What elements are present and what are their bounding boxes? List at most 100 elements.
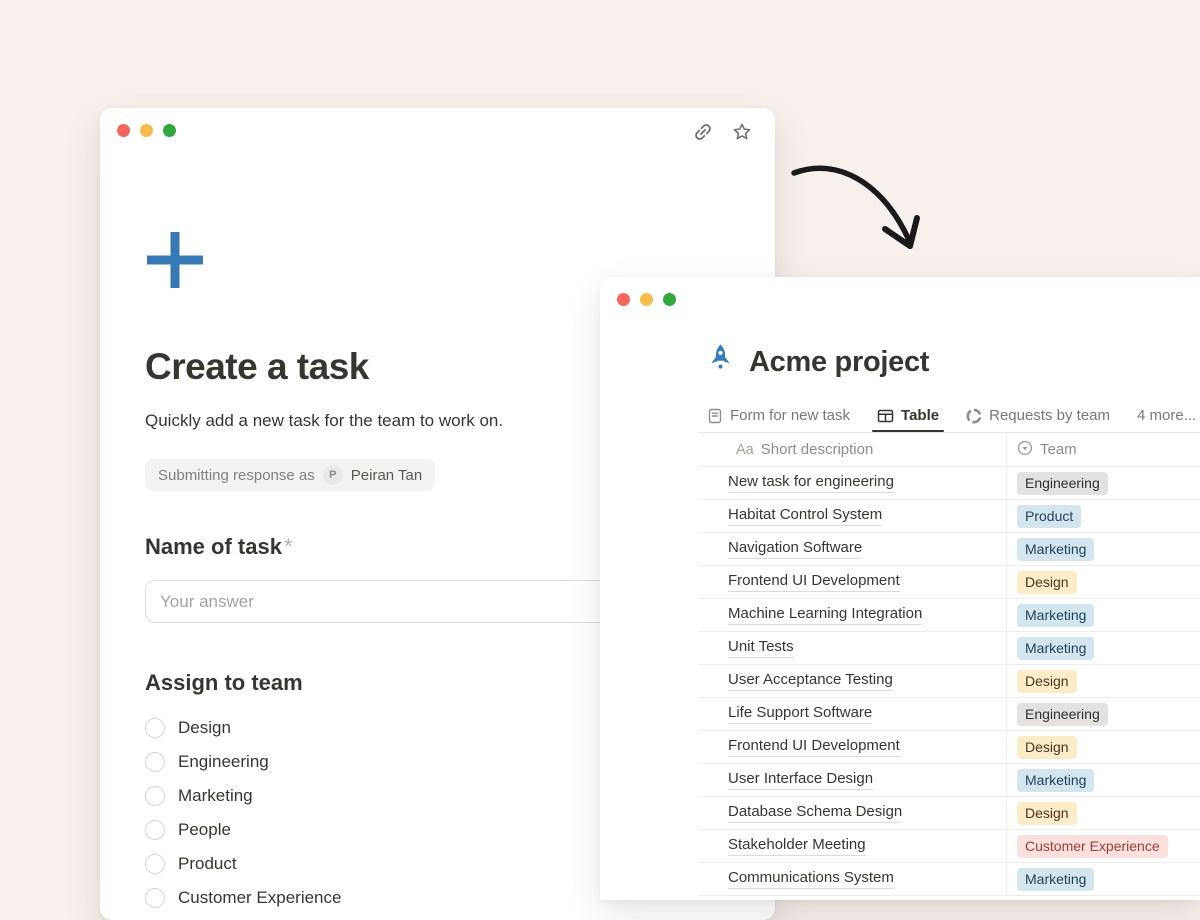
table-row[interactable]: Stakeholder Meeting Customer Experience	[698, 830, 1200, 863]
cell-short-description[interactable]: Stakeholder Meeting	[698, 830, 1007, 862]
tab-label: Requests by team	[989, 407, 1110, 424]
task-title[interactable]: New task for engineering	[728, 473, 894, 493]
table-row[interactable]: User Interface Design Marketing	[698, 764, 1200, 797]
zoom-button[interactable]	[663, 293, 676, 306]
cell-team[interactable]: Engineering	[1007, 698, 1200, 730]
cell-team[interactable]: Design	[1007, 797, 1200, 829]
team-tag: Marketing	[1017, 769, 1094, 792]
tasks-table: Aa Short description Team New task for e…	[698, 433, 1200, 896]
rocket-icon	[707, 344, 734, 380]
avatar: P	[323, 465, 343, 485]
cell-team[interactable]: Design	[1007, 731, 1200, 763]
cell-short-description[interactable]: Life Support Software	[698, 698, 1007, 730]
cell-team[interactable]: Customer Experience	[1007, 830, 1200, 862]
copy-link-icon[interactable]	[692, 121, 714, 143]
team-tag: Design	[1017, 802, 1077, 825]
table-row[interactable]: Communications System Marketing	[698, 863, 1200, 896]
radio-button[interactable]	[145, 718, 165, 738]
cell-short-description[interactable]: Unit Tests	[698, 632, 1007, 664]
table-row[interactable]: User Acceptance Testing Design	[698, 665, 1200, 698]
task-title[interactable]: Frontend UI Development	[728, 572, 900, 592]
radio-button[interactable]	[145, 786, 165, 806]
cell-short-description[interactable]: Frontend UI Development	[698, 731, 1007, 763]
cell-team[interactable]: Product	[1007, 500, 1200, 532]
radio-button[interactable]	[145, 888, 165, 908]
cell-short-description[interactable]: Machine Learning Integration	[698, 599, 1007, 631]
cell-team[interactable]: Marketing	[1007, 533, 1200, 565]
cell-short-description[interactable]: User Interface Design	[698, 764, 1007, 796]
table-row[interactable]: Habitat Control System Product	[698, 500, 1200, 533]
select-property-icon	[1017, 440, 1033, 460]
task-title[interactable]: User Interface Design	[728, 770, 873, 790]
option-label: Customer Experience	[178, 888, 341, 908]
cell-short-description[interactable]: New task for engineering	[698, 467, 1007, 499]
table-row[interactable]: New task for engineering Engineering	[698, 467, 1200, 500]
table-row[interactable]: Machine Learning Integration Marketing	[698, 599, 1200, 632]
task-title[interactable]: Machine Learning Integration	[728, 605, 922, 625]
task-title[interactable]: Database Schema Design	[728, 803, 902, 823]
option-label: Marketing	[178, 786, 253, 806]
cell-short-description[interactable]: Navigation Software	[698, 533, 1007, 565]
tab-4-more[interactable]: 4 more...	[1137, 399, 1196, 432]
tab-label: Table	[901, 407, 939, 424]
cell-short-description[interactable]: User Acceptance Testing	[698, 665, 1007, 697]
traffic-lights	[117, 124, 176, 137]
page-title: Acme project	[749, 346, 929, 379]
close-button[interactable]	[617, 293, 630, 306]
minimize-button[interactable]	[640, 293, 653, 306]
traffic-lights	[617, 293, 676, 306]
task-title[interactable]: User Acceptance Testing	[728, 671, 893, 691]
cell-short-description[interactable]: Communications System	[698, 863, 1007, 895]
cell-team[interactable]: Marketing	[1007, 632, 1200, 664]
radio-button[interactable]	[145, 854, 165, 874]
submitting-as-text: Submitting response as	[158, 467, 315, 484]
team-tag: Marketing	[1017, 637, 1094, 660]
table-row[interactable]: Frontend UI Development Design	[698, 566, 1200, 599]
option-label: Design	[178, 718, 231, 738]
tab-label: 4 more...	[1137, 407, 1196, 424]
favorite-star-icon[interactable]	[731, 121, 753, 143]
team-tag: Product	[1017, 505, 1081, 528]
acme-project-window: Acme project Form for new task Table Reque…	[600, 277, 1200, 900]
cell-team[interactable]: Engineering	[1007, 467, 1200, 499]
cell-short-description[interactable]: Habitat Control System	[698, 500, 1007, 532]
table-row[interactable]: Life Support Software Engineering	[698, 698, 1200, 731]
tab-table[interactable]: Table	[877, 399, 939, 432]
close-button[interactable]	[117, 124, 130, 137]
task-title[interactable]: Life Support Software	[728, 704, 872, 724]
minimize-button[interactable]	[140, 124, 153, 137]
required-marker: *	[284, 534, 293, 559]
team-tag: Marketing	[1017, 868, 1094, 891]
table-grid-icon	[877, 408, 894, 424]
task-title[interactable]: Navigation Software	[728, 539, 862, 559]
task-title[interactable]: Stakeholder Meeting	[728, 836, 866, 856]
task-title[interactable]: Habitat Control System	[728, 506, 882, 526]
team-tag: Design	[1017, 571, 1077, 594]
column-short-description[interactable]: Aa Short description	[736, 441, 873, 458]
zoom-button[interactable]	[163, 124, 176, 137]
table-row[interactable]: Frontend UI Development Design	[698, 731, 1200, 764]
table-row[interactable]: Navigation Software Marketing	[698, 533, 1200, 566]
tab-form-for-new-task[interactable]: Form for new task	[707, 399, 850, 432]
radio-button[interactable]	[145, 820, 165, 840]
cell-team[interactable]: Design	[1007, 566, 1200, 598]
cell-team[interactable]: Marketing	[1007, 599, 1200, 631]
column-team[interactable]: Team	[1017, 440, 1077, 460]
radio-button[interactable]	[145, 752, 165, 772]
pie-chart-icon	[966, 408, 982, 424]
user-name: Peiran Tan	[351, 467, 422, 484]
table-row[interactable]: Database Schema Design Design	[698, 797, 1200, 830]
tab-label: Form for new task	[730, 407, 850, 424]
task-title[interactable]: Communications System	[728, 869, 894, 889]
cell-team[interactable]: Marketing	[1007, 863, 1200, 895]
cell-short-description[interactable]: Frontend UI Development	[698, 566, 1007, 598]
tab-requests-by-team[interactable]: Requests by team	[966, 399, 1110, 432]
cell-team[interactable]: Design	[1007, 665, 1200, 697]
task-title[interactable]: Frontend UI Development	[728, 737, 900, 757]
table-row[interactable]: Unit Tests Marketing	[698, 632, 1200, 665]
cell-team[interactable]: Marketing	[1007, 764, 1200, 796]
cell-short-description[interactable]: Database Schema Design	[698, 797, 1007, 829]
team-tag: Engineering	[1017, 472, 1108, 495]
option-label: People	[178, 820, 231, 840]
task-title[interactable]: Unit Tests	[728, 638, 794, 658]
